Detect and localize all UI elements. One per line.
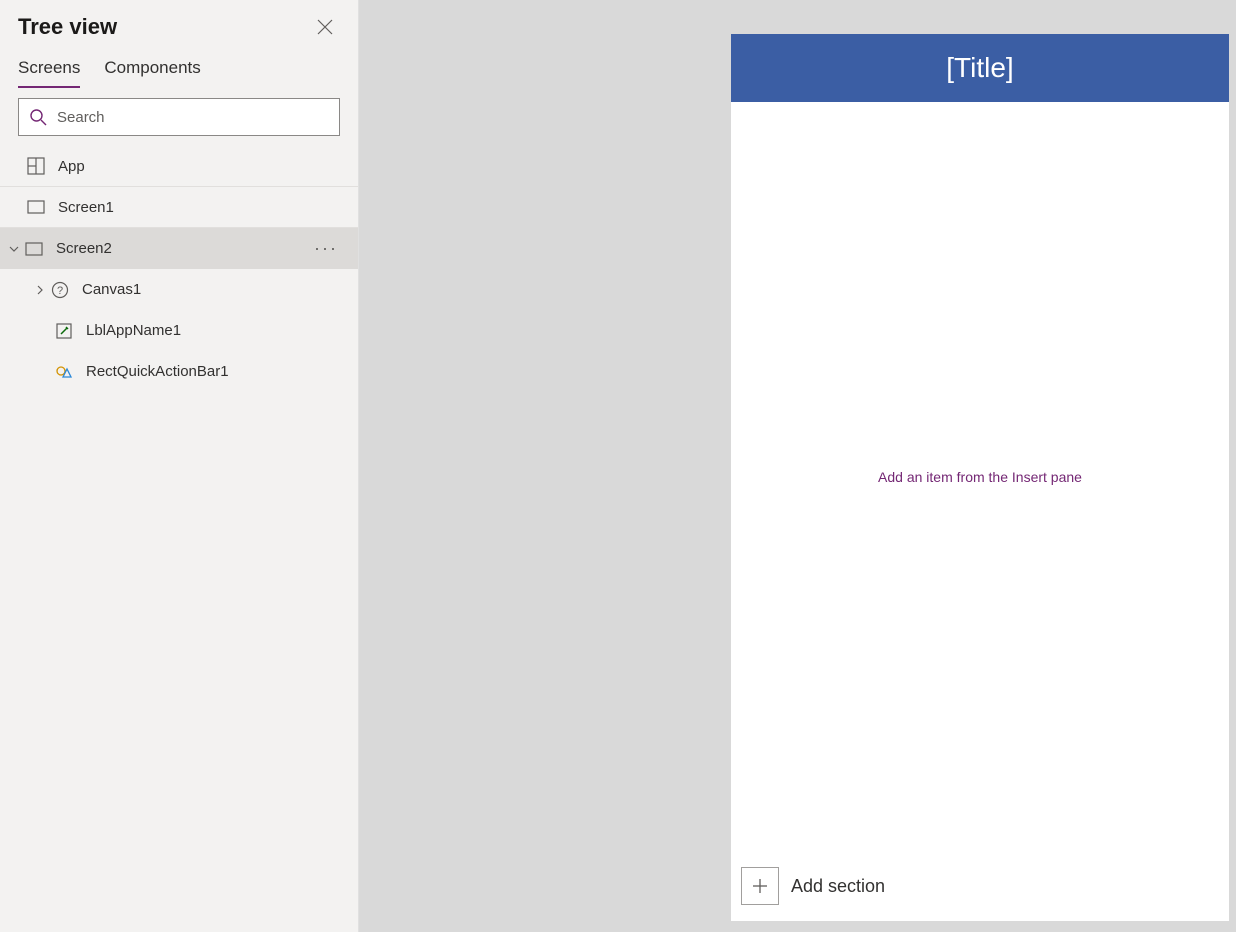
plus-icon — [751, 877, 769, 895]
canvas-preview: [Title] Add an item from the Insert pane… — [731, 34, 1229, 921]
more-icon: ··· — [314, 238, 338, 258]
tabs-bar: Screens Components — [0, 52, 358, 88]
search-box[interactable] — [18, 98, 340, 136]
tree-node-screen2[interactable]: Screen2 ··· — [0, 228, 358, 269]
tree-node-screen1[interactable]: Screen1 — [0, 187, 358, 228]
canvas-title: [Title] — [946, 52, 1013, 84]
tree-node-label: App — [58, 158, 358, 175]
canvas-body[interactable]: Add an item from the Insert pane — [731, 102, 1229, 851]
svg-text:?: ? — [57, 285, 63, 297]
search-icon — [29, 108, 47, 126]
tree-view-panel: Tree view Screens Components App — [0, 0, 359, 932]
screen-icon — [24, 239, 44, 259]
canvas-titlebar: [Title] — [731, 34, 1229, 102]
tree-list: App Screen1 Screen2 ··· — [0, 146, 358, 932]
tree-node-label: RectQuickActionBar1 — [86, 363, 358, 380]
tab-screens[interactable]: Screens — [18, 52, 80, 88]
shapes-icon — [54, 362, 74, 382]
search-wrap — [0, 88, 358, 146]
close-panel-button[interactable] — [310, 12, 340, 42]
tree-node-label: Screen1 — [58, 199, 358, 216]
tree-node-lblappname1[interactable]: LblAppName1 — [0, 310, 358, 351]
tab-components[interactable]: Components — [104, 52, 200, 88]
tree-node-app[interactable]: App — [0, 146, 358, 187]
chevron-right-icon[interactable] — [30, 284, 50, 296]
screen-icon — [26, 197, 46, 217]
tree-node-rectquickactionbar1[interactable]: RectQuickActionBar1 — [0, 351, 358, 392]
canvas-hint-text: Add an item from the Insert pane — [878, 469, 1082, 485]
tree-node-label: LblAppName1 — [86, 322, 358, 339]
tree-node-label: Canvas1 — [82, 281, 358, 298]
chevron-down-icon[interactable] — [4, 243, 24, 255]
tree-node-label: Screen2 — [56, 240, 314, 257]
tree-title-row: Tree view — [18, 12, 340, 42]
canvas-footer: Add section — [731, 851, 1229, 921]
add-section-label: Add section — [791, 876, 885, 897]
add-section-button[interactable] — [741, 867, 779, 905]
question-icon: ? — [50, 280, 70, 300]
search-input[interactable] — [57, 99, 329, 135]
tree-header: Tree view — [0, 0, 358, 52]
app-icon — [26, 156, 46, 176]
close-icon — [317, 19, 333, 35]
tree-node-canvas1[interactable]: ? Canvas1 — [0, 269, 358, 310]
label-icon — [54, 321, 74, 341]
more-options-button[interactable]: ··· — [314, 238, 338, 259]
panel-title: Tree view — [18, 14, 117, 40]
